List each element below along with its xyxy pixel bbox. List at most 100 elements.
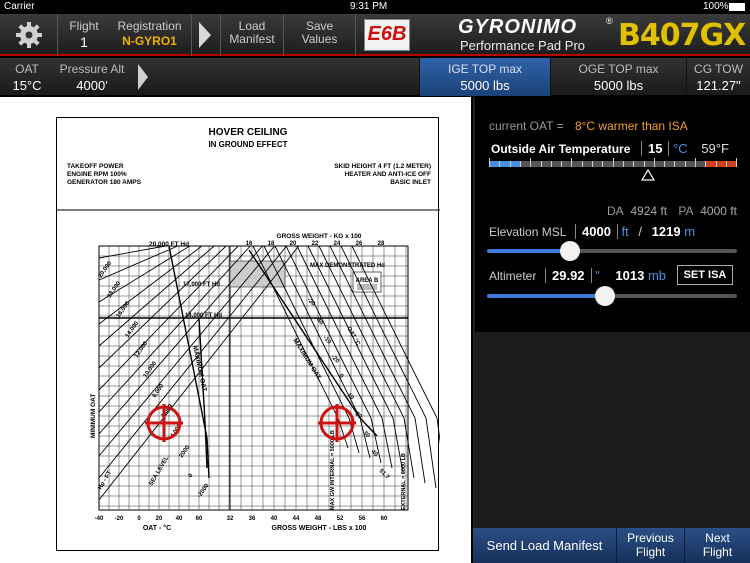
altimeter-inhg-input[interactable]: 29.92 bbox=[545, 268, 592, 283]
elevation-ft-input[interactable]: 4000 bbox=[575, 224, 618, 239]
elevation-m-value: 1219 bbox=[651, 224, 681, 239]
oat-summary-label: OAT bbox=[15, 62, 39, 76]
hover-ceiling-chart-graphic: HOVER CEILING IN GROUND EFFECT TAKEOFF P… bbox=[57, 127, 448, 532]
oat-scale[interactable] bbox=[489, 158, 738, 181]
da-value: 4924 ft bbox=[630, 204, 668, 218]
send-load-manifest-button[interactable]: Send Load Manifest bbox=[473, 528, 616, 563]
previous-flight-button[interactable]: Previous Flight bbox=[616, 528, 684, 563]
lbs-tick-label: 48 bbox=[315, 516, 322, 522]
settings-button[interactable] bbox=[0, 14, 58, 56]
elevation-label: Elevation MSL bbox=[489, 225, 567, 239]
weight-crosshair-marker bbox=[318, 404, 356, 442]
oat-scale-tick bbox=[622, 161, 624, 167]
elevation-ft-unit: ft bbox=[621, 224, 629, 239]
oge-top-tab[interactable]: OGE TOP max 5000 lbs bbox=[551, 58, 687, 96]
lbs-tick-label: 40 bbox=[271, 516, 278, 522]
next-arrow-button[interactable] bbox=[192, 14, 218, 56]
oat-curve-tag: OAT °C bbox=[345, 326, 361, 347]
elevation-slider-knob[interactable] bbox=[559, 241, 580, 261]
pressure-alt-value: 4000' bbox=[76, 78, 108, 93]
model-name: B407GX bbox=[618, 18, 746, 53]
bottom-action-bar: Send Load Manifest Previous Flight Next … bbox=[473, 528, 750, 563]
oge-top-label: OGE TOP max bbox=[578, 62, 659, 76]
kg-tick-label: 18 bbox=[268, 241, 275, 247]
chart-right-info-3: BASIC INLET bbox=[390, 179, 431, 186]
hover-ceiling-chart: HOVER CEILING IN GROUND EFFECT TAKEOFF P… bbox=[56, 117, 448, 551]
hd-17000-label: 17,000 FT Hd bbox=[183, 282, 220, 288]
oat-scale-tick bbox=[684, 161, 686, 167]
oat-axis-label: OAT - °C bbox=[143, 524, 171, 532]
oat-celsius-input[interactable]: 15 bbox=[641, 141, 670, 156]
oat-scale-tick bbox=[561, 161, 563, 167]
oat-summary[interactable]: OAT 15°C bbox=[0, 58, 54, 96]
cg-tow-tab[interactable]: CG TOW 121.27" bbox=[687, 58, 750, 96]
battery-icon bbox=[729, 3, 745, 11]
brand-name: GYRONIMO bbox=[458, 16, 578, 38]
temperature-curve-label: -20 bbox=[330, 354, 341, 365]
e6b-button[interactable]: E6B bbox=[364, 19, 410, 51]
load-manifest-button[interactable]: Load Manifest bbox=[220, 14, 284, 56]
hd-14000-label: 14,000 FT Hd bbox=[185, 313, 222, 319]
max-gw-label: MAX GW INTERNAL = 5000 LB bbox=[330, 430, 336, 510]
minimum-oat-label: MINIMUM OAT bbox=[90, 394, 97, 438]
ige-top-tab[interactable]: IGE TOP max 5000 lbs bbox=[419, 58, 551, 96]
lbs-tick-label: 52 bbox=[337, 516, 344, 522]
oat-scale-tick bbox=[643, 161, 645, 167]
save-values-button[interactable]: Save Values bbox=[284, 14, 356, 56]
save-values-label-1: Save bbox=[305, 19, 334, 33]
oat-scale-tick bbox=[550, 161, 552, 167]
cg-tow-value: 121.27" bbox=[696, 78, 741, 93]
chart-left-info-3: GENERATOR 180 AMPS bbox=[67, 179, 142, 186]
carrier-label: Carrier bbox=[4, 1, 35, 12]
chart-left-info-1: TAKEOFF POWER bbox=[67, 163, 124, 170]
load-manifest-label-1: Load bbox=[238, 19, 266, 33]
oat-celsius-unit: °C bbox=[673, 141, 688, 156]
e6b-label: E6B bbox=[367, 23, 407, 45]
oat-scale-tick bbox=[674, 161, 676, 167]
oat-scale-tick bbox=[489, 158, 490, 167]
flight-selector[interactable]: Flight 1 bbox=[62, 14, 106, 56]
altitude-curve-label: 2000 bbox=[179, 444, 192, 459]
pressure-alt-summary[interactable]: Pressure Alt 4000' bbox=[54, 58, 130, 96]
oat-field-label: Outside Air Temperature bbox=[491, 142, 631, 156]
brand-subtitle: Performance Pad Pro bbox=[460, 38, 586, 53]
chart-title: HOVER CEILING bbox=[209, 127, 288, 138]
elevation-slider[interactable] bbox=[487, 241, 737, 261]
panel-empty-area bbox=[473, 332, 750, 528]
altimeter-mb-value: 1013 bbox=[615, 268, 645, 283]
lbs-tick-label: 32 bbox=[227, 516, 234, 522]
battery-label: 100% bbox=[703, 1, 729, 12]
oat-scale-tick bbox=[633, 161, 635, 167]
set-isa-button[interactable]: SET ISA bbox=[677, 265, 733, 285]
gear-icon bbox=[15, 22, 42, 48]
next-flight-label-2: Flight bbox=[702, 545, 733, 559]
altitude-curve-label: 20,000 bbox=[98, 260, 114, 279]
save-values-label-2: Values bbox=[301, 32, 338, 46]
summary-arrow-button[interactable] bbox=[132, 58, 154, 96]
kg-tick-label: 28 bbox=[378, 241, 385, 247]
temperature-curve-label: 0 bbox=[338, 373, 345, 380]
oat-tick-label: 20 bbox=[156, 516, 163, 522]
altimeter-slider-knob[interactable] bbox=[594, 286, 615, 306]
altimeter-mb-unit: mb bbox=[647, 268, 667, 283]
next-flight-button[interactable]: Next Flight bbox=[684, 528, 750, 563]
chart-right-info-2: HEATER AND ANTI-ICE OFF bbox=[345, 171, 431, 178]
external-gw-label: EXTERNAL = 6000 LB bbox=[401, 453, 407, 510]
oge-top-value: 5000 lbs bbox=[593, 78, 644, 93]
status-bar: Carrier 9:31 PM 100% bbox=[0, 0, 750, 14]
registration-label: Registration bbox=[117, 19, 182, 33]
oat-summary-value: 15°C bbox=[12, 78, 42, 93]
oat-scale-tick bbox=[602, 161, 604, 167]
registration-selector[interactable]: Registration N-GYRO1 bbox=[108, 14, 192, 56]
oat-scale-tick bbox=[509, 161, 511, 167]
kg-tick-label: 24 bbox=[334, 241, 341, 247]
kg-tick-label: 16 bbox=[246, 241, 253, 247]
altimeter-slider[interactable] bbox=[487, 286, 737, 306]
conditions-panel: current OAT = 8°C warmer than ISA Outsid… bbox=[473, 97, 750, 332]
oat-scale-tick bbox=[653, 158, 655, 167]
brand-logo: GYRONIMO ® Performance Pad Pro bbox=[458, 16, 613, 53]
chart-subtitle: IN GROUND EFFECT bbox=[208, 140, 287, 149]
top-toolbar: Flight 1 Registration N-GYRO1 Load Manif… bbox=[0, 14, 750, 56]
altimeter-label: Altimeter bbox=[489, 269, 537, 283]
oat-scale-tick bbox=[705, 161, 707, 167]
